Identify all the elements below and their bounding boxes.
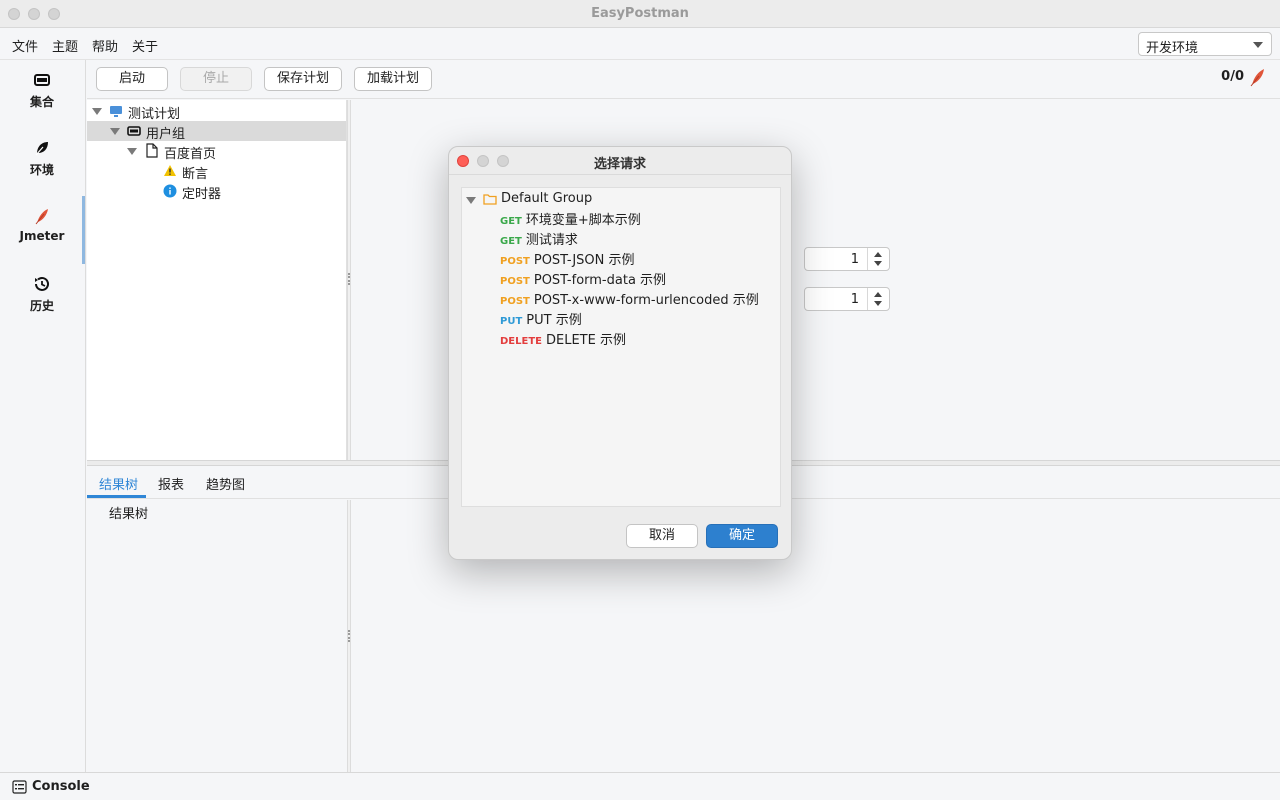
method-badge: POST bbox=[500, 296, 530, 307]
request-item[interactable]: PUT PUT 示例 bbox=[500, 309, 582, 329]
method-badge: DELETE bbox=[500, 336, 542, 347]
request-name: 测试请求 bbox=[525, 233, 578, 248]
method-badge: POST bbox=[500, 256, 530, 267]
request-item[interactable]: GET 环境变量+脚本示例 bbox=[500, 209, 641, 229]
select-request-dialog: 选择请求 Default Group GET 环境变量+脚本示例 GET 测试请求 … bbox=[448, 146, 792, 560]
method-badge: POST bbox=[500, 276, 530, 287]
request-name: POST-JSON 示例 bbox=[533, 253, 635, 268]
group-label: Default Group bbox=[501, 191, 593, 206]
modal-overlay: 选择请求 Default Group GET 环境变量+脚本示例 GET 测试请求 … bbox=[0, 0, 1280, 800]
tree-node-default-group[interactable]: Default Group bbox=[462, 189, 780, 209]
expand-arrow-icon[interactable] bbox=[466, 197, 476, 204]
request-name: PUT 示例 bbox=[526, 313, 582, 328]
request-name: 环境变量+脚本示例 bbox=[525, 213, 641, 228]
method-badge: PUT bbox=[500, 316, 523, 327]
cancel-button[interactable]: 取消 bbox=[626, 524, 698, 548]
request-name: POST-x-www-form-urlencoded 示例 bbox=[533, 293, 759, 308]
confirm-button[interactable]: 确定 bbox=[706, 524, 778, 548]
method-badge: GET bbox=[500, 236, 522, 247]
request-item[interactable]: POST POST-JSON 示例 bbox=[500, 249, 635, 269]
request-item[interactable]: DELETE DELETE 示例 bbox=[500, 329, 626, 349]
request-name: DELETE 示例 bbox=[546, 333, 626, 348]
request-item[interactable]: GET 测试请求 bbox=[500, 229, 578, 249]
request-item[interactable]: POST POST-form-data 示例 bbox=[500, 269, 666, 289]
request-name: POST-form-data 示例 bbox=[533, 273, 667, 288]
dialog-title: 选择请求 bbox=[593, 157, 646, 172]
request-tree: Default Group GET 环境变量+脚本示例 GET 测试请求 POST P… bbox=[461, 187, 781, 507]
dialog-titlebar: 选择请求 bbox=[449, 147, 791, 175]
request-item[interactable]: POST POST-x-www-form-urlencoded 示例 bbox=[500, 289, 759, 309]
method-badge: GET bbox=[500, 216, 522, 227]
folder-icon bbox=[483, 194, 497, 205]
